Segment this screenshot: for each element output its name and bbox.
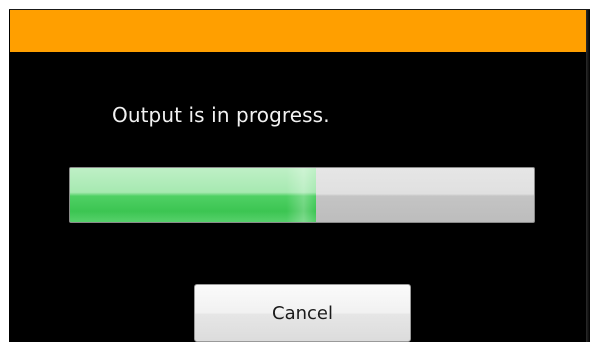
- window-right-border: [586, 10, 590, 342]
- cancel-button[interactable]: Cancel: [194, 284, 411, 342]
- progress-bar: [69, 167, 535, 223]
- status-message: Output is in progress.: [112, 103, 330, 127]
- progress-bar-fill: [70, 168, 316, 222]
- progress-dialog: Output is in progress. Cancel: [9, 10, 590, 342]
- title-bar[interactable]: [10, 10, 590, 52]
- screen: Output is in progress. Cancel: [0, 0, 590, 342]
